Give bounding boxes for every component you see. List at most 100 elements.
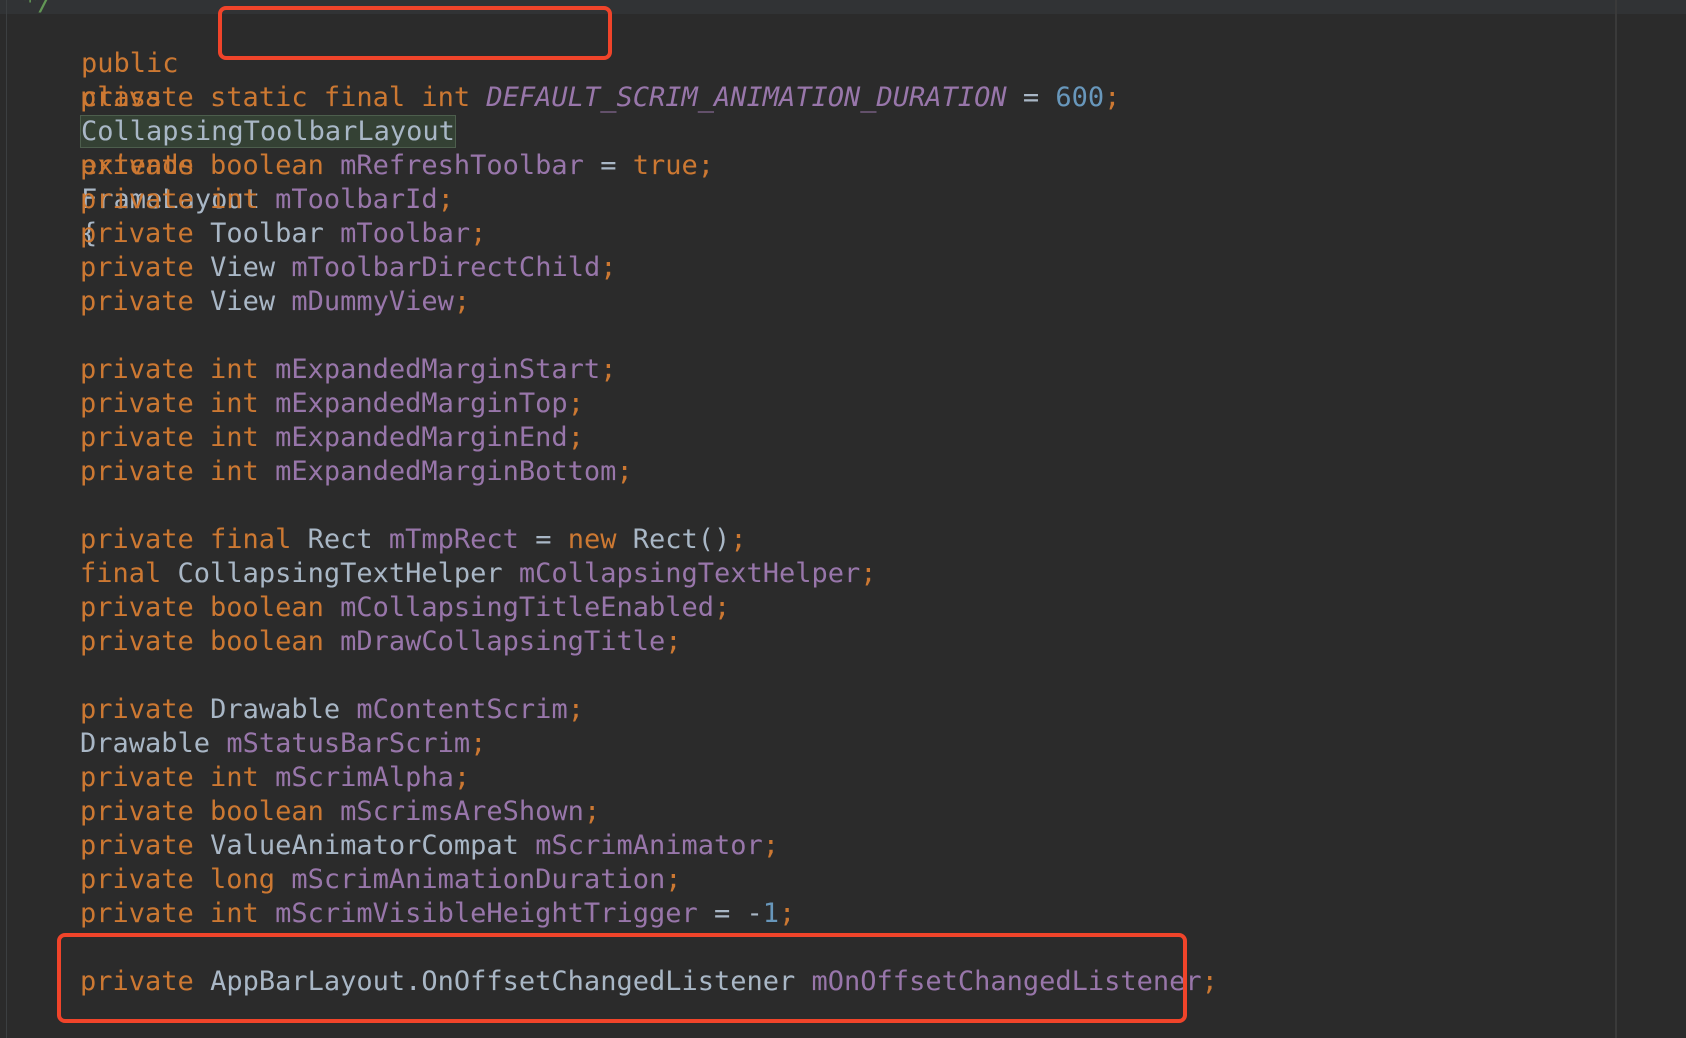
modifiers: private static final int: [80, 82, 471, 113]
keyword-public: public: [81, 48, 179, 79]
gutter-divider: [6, 0, 7, 1038]
code-line-content-scrim[interactable]: private Drawable mContentScrim;: [80, 693, 584, 727]
code-line-toolbar-direct-child[interactable]: private View mToolbarDirectChild;: [80, 251, 616, 285]
semicolon: ;: [860, 558, 877, 589]
modifiers: private boolean: [80, 592, 324, 623]
assign-op: =: [583, 150, 633, 181]
semicolon: ;: [583, 796, 601, 827]
semicolon: ;: [437, 184, 454, 215]
field-name[interactable]: mExpandedMarginStart: [275, 354, 600, 385]
type-name[interactable]: Drawable: [80, 728, 210, 759]
field-name[interactable]: mScrimAlpha: [275, 762, 454, 793]
modifiers: private boolean: [80, 796, 324, 827]
field-name[interactable]: mCollapsingTitleEnabled: [340, 592, 714, 623]
code-line-default-duration[interactable]: private static final int DEFAULT_SCRIM_A…: [80, 81, 1120, 115]
code-line-dummy-view[interactable]: private View mDummyView;: [80, 285, 470, 319]
field-name[interactable]: mScrimAnimator: [535, 830, 763, 861]
field-name[interactable]: mExpandedMarginTop: [275, 388, 568, 419]
modifiers: private: [80, 218, 194, 249]
number-literal: 600: [1055, 82, 1105, 113]
code-editor[interactable]: */ public class CollapsingToolbarLayout …: [0, 0, 1686, 1038]
semicolon: ;: [470, 218, 487, 249]
semicolon: ;: [616, 456, 633, 487]
type-name[interactable]: View: [210, 286, 275, 317]
type-name[interactable]: CollapsingTextHelper: [178, 558, 503, 589]
semicolon: ;: [453, 286, 471, 317]
code-line-margin-bottom[interactable]: private int mExpandedMarginBottom;: [80, 455, 633, 489]
semicolon: ;: [1201, 966, 1218, 997]
field-name[interactable]: mExpandedMarginEnd: [275, 422, 568, 453]
code-line-tmp-rect[interactable]: private final Rect mTmpRect = new Rect()…: [80, 523, 747, 557]
code-line-refresh-toolbar[interactable]: private boolean mRefreshToolbar = true;: [80, 149, 714, 183]
field-name[interactable]: mStatusBarScrim: [226, 728, 470, 759]
semicolon: ;: [1104, 82, 1121, 113]
field-name[interactable]: mTmpRect: [389, 524, 519, 555]
code-line-margin-end[interactable]: private int mExpandedMarginEnd;: [80, 421, 584, 455]
code-line-scrim-animation-duration[interactable]: private long mScrimAnimationDuration;: [80, 863, 681, 897]
field-name[interactable]: mScrimAnimationDuration: [291, 864, 665, 895]
minus-sign: -: [746, 898, 763, 929]
code-line-title-enabled[interactable]: private boolean mCollapsingTitleEnabled;: [80, 591, 730, 625]
semicolon: ;: [779, 898, 796, 929]
semicolon: ;: [453, 762, 471, 793]
boolean-literal: true: [632, 150, 698, 181]
type-name[interactable]: Rect: [308, 524, 373, 555]
field-name[interactable]: mExpandedMarginBottom: [275, 456, 616, 487]
type-name[interactable]: View: [210, 252, 275, 283]
right-margin-guide: [1615, 0, 1617, 1038]
field-name[interactable]: mDrawCollapsingTitle: [340, 626, 665, 657]
modifiers: private int: [80, 762, 259, 793]
modifiers: private boolean: [80, 150, 324, 181]
type-name[interactable]: Drawable: [210, 694, 340, 725]
field-name[interactable]: mScrimsAreShown: [340, 796, 584, 827]
semicolon: ;: [567, 422, 584, 453]
semicolon: ;: [600, 354, 617, 385]
modifiers: private int: [80, 456, 259, 487]
modifiers: private: [80, 694, 194, 725]
type-name[interactable]: ValueAnimatorCompat: [210, 830, 519, 861]
type-name[interactable]: Toolbar: [210, 218, 324, 249]
annotation-box-class-name: [218, 6, 612, 60]
assign-op: =: [1006, 82, 1056, 113]
code-line-scrim-alpha[interactable]: private int mScrimAlpha;: [80, 761, 470, 795]
constant-name[interactable]: DEFAULT_SCRIM_ANIMATION_DURATION: [486, 82, 1006, 113]
semicolon: ;: [762, 830, 780, 861]
annotation-box-offset-listener: [57, 933, 1187, 1023]
code-line-toolbar-id[interactable]: private int mToolbarId;: [80, 183, 454, 217]
code-line-status-bar-scrim[interactable]: Drawable mStatusBarScrim;: [80, 727, 486, 761]
semicolon: ;: [713, 592, 731, 623]
field-name[interactable]: mRefreshToolbar: [340, 150, 584, 181]
assign-op: =: [697, 898, 747, 929]
field-name[interactable]: mToolbarId: [275, 184, 438, 215]
modifiers: private: [80, 252, 194, 283]
modifiers: private: [80, 830, 194, 861]
modifiers: private int: [80, 422, 259, 453]
code-line-toolbar[interactable]: private Toolbar mToolbar;: [80, 217, 486, 251]
modifiers: private int: [80, 354, 259, 385]
semicolon: ;: [567, 694, 584, 725]
field-name[interactable]: mDummyView: [291, 286, 454, 317]
semicolon: ;: [730, 524, 747, 555]
field-name[interactable]: mScrimVisibleHeightTrigger: [275, 898, 698, 929]
modifiers: private long: [80, 864, 276, 895]
field-name[interactable]: mCollapsingTextHelper: [519, 558, 860, 589]
constructor-call[interactable]: Rect(): [633, 524, 731, 555]
modifiers: private int: [80, 898, 259, 929]
class-name[interactable]: CollapsingToolbarLayout: [80, 115, 456, 148]
code-line-scrim-visible-height-trigger[interactable]: private int mScrimVisibleHeightTrigger =…: [80, 897, 795, 931]
modifiers: private: [80, 286, 194, 317]
number-literal: 1: [762, 898, 780, 929]
keyword-new: new: [567, 524, 617, 555]
semicolon: ;: [470, 728, 487, 759]
field-name[interactable]: mToolbarDirectChild: [291, 252, 600, 283]
code-line-margin-top[interactable]: private int mExpandedMarginTop;: [80, 387, 584, 421]
code-line-scrims-are-shown[interactable]: private boolean mScrimsAreShown;: [80, 795, 600, 829]
code-line-scrim-animator[interactable]: private ValueAnimatorCompat mScrimAnimat…: [80, 829, 779, 863]
code-line-margin-start[interactable]: private int mExpandedMarginStart;: [80, 353, 616, 387]
field-name[interactable]: mContentScrim: [356, 694, 567, 725]
code-line-collapsing-text-helper[interactable]: final CollapsingTextHelper mCollapsingTe…: [80, 557, 877, 591]
assign-op: =: [518, 524, 568, 555]
field-name[interactable]: mToolbar: [340, 218, 470, 249]
code-line-draw-collapsing-title[interactable]: private boolean mDrawCollapsingTitle;: [80, 625, 681, 659]
modifiers: private int: [80, 184, 259, 215]
